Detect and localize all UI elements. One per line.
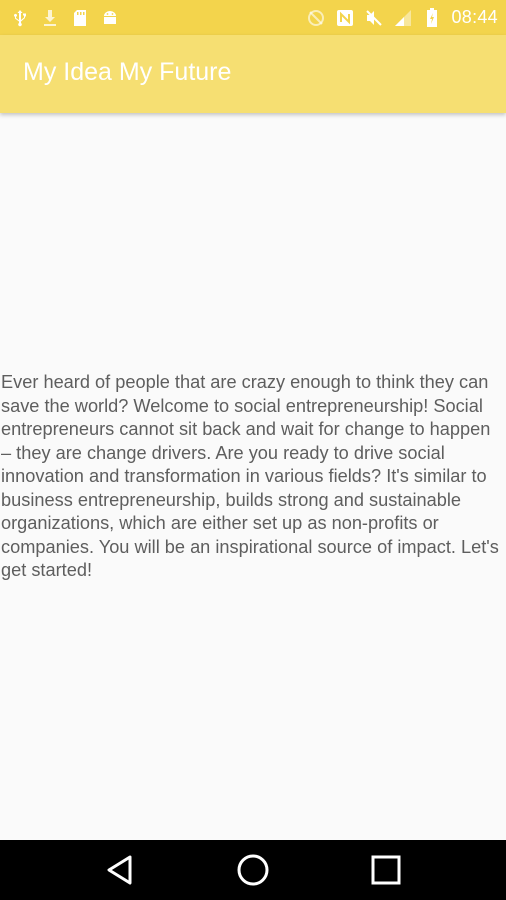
sync-off-icon [306,8,326,28]
battery-icon [422,7,442,28]
status-bar: 08:44 [0,0,506,35]
main-content: Ever heard of people that are crazy enou… [0,114,506,840]
nfc-icon [335,8,355,28]
status-time: 08:44 [451,7,498,27]
signal-icon [393,8,413,28]
system-icons: 08:44 [306,0,498,35]
back-button[interactable] [102,852,138,888]
download-icon [40,8,60,28]
recents-button[interactable] [368,852,404,888]
android-icon [100,8,120,28]
home-button[interactable] [235,852,271,888]
description-text: Ever heard of people that are crazy enou… [1,372,499,581]
app-bar: My Idea My Future [0,35,506,113]
usb-icon [10,8,30,28]
mute-icon [364,8,384,28]
sd-card-icon [70,8,90,28]
notification-icons [10,0,120,35]
recents-icon [371,855,401,885]
home-icon [237,854,269,886]
app-title: My Idea My Future [23,58,232,86]
back-icon [107,855,132,885]
navigation-bar [0,840,506,900]
